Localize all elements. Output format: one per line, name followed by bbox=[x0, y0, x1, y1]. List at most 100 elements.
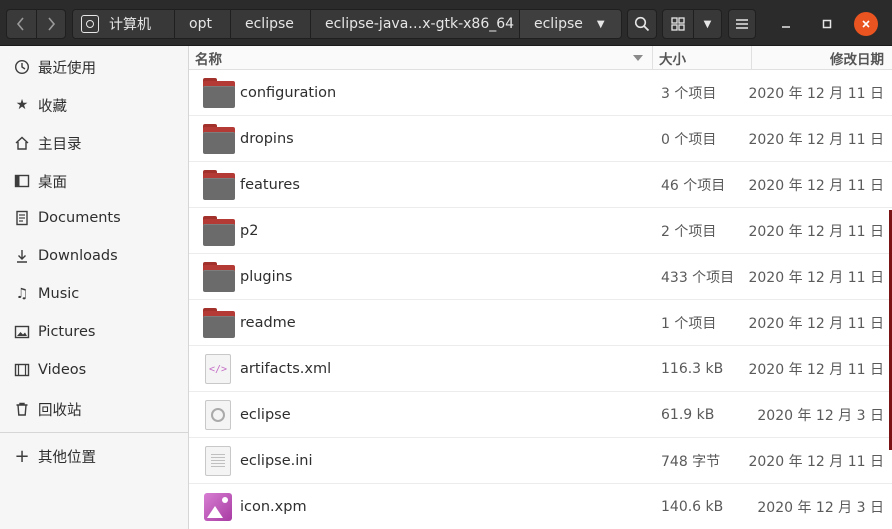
sidebar-item-desktop[interactable]: 桌面 bbox=[0, 163, 188, 199]
sidebar-item-label: 回收站 bbox=[38, 402, 82, 419]
file-size: 46 个项目 bbox=[661, 178, 726, 194]
film-icon bbox=[14, 362, 30, 378]
maximize-button[interactable] bbox=[815, 12, 839, 36]
file-modified: 2020 年 12 月 11 日 bbox=[748, 316, 884, 332]
desktop-icon bbox=[14, 173, 30, 189]
folder-icon bbox=[203, 308, 235, 338]
file-name: features bbox=[240, 177, 300, 193]
drive-icon bbox=[81, 15, 99, 33]
table-row[interactable]: eclipse 61.9 kB 2020 年 12 月 3 日 bbox=[189, 392, 892, 438]
breadcrumb-label: opt bbox=[189, 16, 212, 32]
chevron-down-icon: ▼ bbox=[596, 18, 605, 30]
table-row[interactable]: features 46 个项目 2020 年 12 月 11 日 bbox=[189, 162, 892, 208]
breadcrumb-eclipse[interactable]: eclipse bbox=[231, 10, 311, 38]
file-modified: 2020 年 12 月 3 日 bbox=[757, 500, 884, 516]
file-size: 433 个项目 bbox=[661, 270, 735, 286]
minimize-button[interactable] bbox=[774, 12, 798, 36]
trash-icon bbox=[14, 401, 30, 417]
table-row[interactable]: icon.xpm 140.6 kB 2020 年 12 月 3 日 bbox=[189, 484, 892, 529]
column-size-header[interactable]: 大小 bbox=[659, 46, 686, 70]
sidebar-item-trash[interactable]: 回收站 bbox=[0, 391, 188, 427]
file-size: 748 字节 bbox=[661, 454, 721, 470]
sidebar-item-label: 最近使用 bbox=[38, 60, 96, 77]
text-file-icon bbox=[205, 446, 231, 476]
sidebar-item-label: 桌面 bbox=[38, 174, 67, 191]
file-modified: 2020 年 12 月 11 日 bbox=[748, 178, 884, 194]
chevron-left-icon bbox=[17, 17, 25, 31]
menu-button[interactable] bbox=[728, 9, 756, 39]
breadcrumb-label: 计算机 bbox=[109, 17, 151, 33]
sidebar-item-home[interactable]: 主目录 bbox=[0, 125, 188, 161]
sidebar-item-label: Pictures bbox=[38, 324, 96, 340]
grid-view-icon bbox=[671, 17, 685, 31]
file-name: plugins bbox=[240, 269, 293, 285]
table-row[interactable]: eclipse.ini 748 字节 2020 年 12 月 11 日 bbox=[189, 438, 892, 484]
file-modified: 2020 年 12 月 11 日 bbox=[748, 270, 884, 286]
breadcrumb-eclipse-java[interactable]: eclipse-java…x-gtk-x86_64 bbox=[311, 10, 520, 38]
sidebar-item-music[interactable]: ♫ Music bbox=[0, 276, 188, 312]
xml-file-icon: </> bbox=[205, 354, 231, 384]
home-icon bbox=[14, 135, 30, 151]
breadcrumb-computer[interactable]: 计算机 bbox=[73, 10, 175, 38]
table-row[interactable]: configuration 3 个项目 2020 年 12 月 11 日 bbox=[189, 70, 892, 116]
table-row[interactable]: </> artifacts.xml 116.3 kB 2020 年 12 月 1… bbox=[189, 346, 892, 392]
star-icon: ★ bbox=[15, 97, 29, 113]
forward-button[interactable] bbox=[35, 10, 65, 38]
hamburger-menu-icon bbox=[736, 19, 748, 29]
sidebar-item-pictures[interactable]: Pictures bbox=[0, 314, 188, 350]
sidebar-item-recent[interactable]: 最近使用 bbox=[0, 49, 188, 85]
file-name: eclipse.ini bbox=[240, 453, 313, 469]
column-label: 修改日期 bbox=[830, 52, 884, 68]
breadcrumb-opt[interactable]: opt bbox=[175, 10, 231, 38]
file-size: 2 个项目 bbox=[661, 224, 717, 240]
sidebar-item-label: 其他位置 bbox=[38, 449, 96, 466]
column-divider bbox=[751, 46, 752, 70]
column-name-header[interactable]: 名称 bbox=[195, 46, 222, 70]
breadcrumb-label: eclipse bbox=[534, 16, 583, 32]
grid-view-button[interactable] bbox=[663, 10, 693, 38]
breadcrumb-current[interactable]: eclipse ▼ bbox=[520, 10, 621, 38]
sort-descending-icon bbox=[633, 55, 643, 61]
file-modified: 2020 年 12 月 11 日 bbox=[748, 454, 884, 470]
plus-icon: + bbox=[14, 445, 30, 467]
column-modified-header[interactable]: 修改日期 bbox=[830, 46, 884, 70]
sidebar-item-videos[interactable]: Videos bbox=[0, 352, 188, 388]
file-name: icon.xpm bbox=[240, 499, 307, 515]
breadcrumb: 计算机 opt eclipse eclipse-java…x-gtk-x86_6… bbox=[72, 9, 622, 39]
folder-icon bbox=[203, 262, 235, 292]
image-file-icon bbox=[204, 493, 232, 521]
table-row[interactable]: readme 1 个项目 2020 年 12 月 11 日 bbox=[189, 300, 892, 346]
image-icon bbox=[14, 324, 30, 340]
file-name: configuration bbox=[240, 85, 337, 101]
sidebar-item-downloads[interactable]: Downloads bbox=[0, 238, 188, 274]
table-row[interactable]: dropins 0 个项目 2020 年 12 月 11 日 bbox=[189, 116, 892, 162]
file-size: 0 个项目 bbox=[661, 132, 717, 148]
chevron-right-icon bbox=[48, 17, 56, 31]
folder-icon bbox=[203, 124, 235, 154]
sidebar-item-other-locations[interactable]: + 其他位置 bbox=[0, 438, 188, 474]
sidebar-item-starred[interactable]: ★ 收藏 bbox=[0, 87, 188, 123]
table-row[interactable]: plugins 433 个项目 2020 年 12 月 11 日 bbox=[189, 254, 892, 300]
folder-icon bbox=[203, 78, 235, 108]
table-row[interactable]: p2 2 个项目 2020 年 12 月 11 日 bbox=[189, 208, 892, 254]
file-name: readme bbox=[240, 315, 296, 331]
search-button[interactable] bbox=[627, 9, 657, 39]
file-modified: 2020 年 12 月 11 日 bbox=[748, 132, 884, 148]
close-button[interactable] bbox=[854, 12, 878, 36]
file-size: 140.6 kB bbox=[661, 499, 724, 515]
maximize-icon bbox=[822, 19, 832, 29]
sidebar-item-label: Downloads bbox=[38, 248, 118, 264]
view-options-dropdown[interactable]: ▼ bbox=[693, 10, 721, 38]
sidebar-item-documents[interactable]: Documents bbox=[0, 200, 188, 236]
document-icon bbox=[14, 210, 30, 226]
close-icon bbox=[862, 20, 870, 28]
sidebar: 最近使用 ★ 收藏 主目录 桌面 Documents Downloads ♫ M… bbox=[0, 46, 189, 529]
file-size: 116.3 kB bbox=[661, 361, 724, 377]
header-bar: 计算机 opt eclipse eclipse-java…x-gtk-x86_6… bbox=[0, 0, 892, 46]
file-name: dropins bbox=[240, 131, 294, 147]
back-button[interactable] bbox=[7, 10, 36, 38]
column-divider bbox=[652, 46, 653, 70]
view-options: ▼ bbox=[662, 9, 722, 39]
file-modified: 2020 年 12 月 3 日 bbox=[757, 408, 884, 424]
sidebar-item-label: Music bbox=[38, 286, 80, 302]
